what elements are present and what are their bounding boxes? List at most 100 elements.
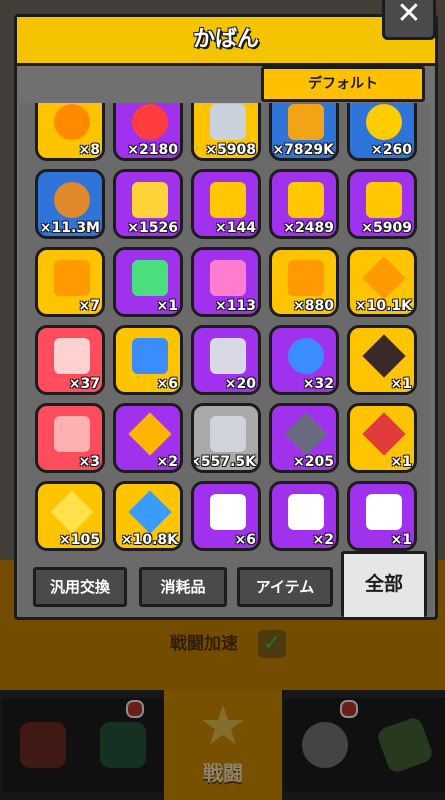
dark-crystal-icon <box>362 334 406 378</box>
tab-2[interactable]: アイテム <box>237 567 333 607</box>
item-quantity: ×3 <box>78 454 100 470</box>
inventory-item[interactable]: ×5908 <box>191 103 261 161</box>
item-quantity: ×105 <box>59 532 100 548</box>
item-quantity: ×880 <box>293 298 334 314</box>
inventory-item[interactable]: ×10.8K <box>113 481 183 551</box>
inventory-item[interactable]: ×880 <box>269 247 339 317</box>
puzzle-piece-icon <box>366 494 402 530</box>
item-quantity: ×32 <box>302 376 334 392</box>
item-quantity: ×6 <box>156 376 178 392</box>
orange-orb-icon <box>54 104 90 140</box>
v-token-icon <box>288 338 324 374</box>
cube-block-icon <box>210 416 246 452</box>
item-quantity: ×7829K <box>272 142 334 158</box>
emerald-card-icon <box>132 260 168 296</box>
inventory-item[interactable]: ×2489 <box>269 169 339 239</box>
item-quantity: ×1526 <box>127 220 178 236</box>
inventory-item[interactable]: ×8 <box>35 103 105 161</box>
inventory-item[interactable]: ×557.5K <box>191 403 261 473</box>
inventory-item[interactable]: ×105 <box>35 481 105 551</box>
inventory-item[interactable]: ×6 <box>191 481 261 551</box>
puzzle-piece-icon <box>288 494 324 530</box>
gold-hex-key-icon <box>366 182 402 218</box>
item-quantity: ×1 <box>390 532 412 548</box>
inventory-item[interactable]: ×1 <box>113 247 183 317</box>
inventory-item[interactable]: ×1526 <box>113 169 183 239</box>
modal-title: かばん <box>192 27 259 52</box>
sort-default-button[interactable]: デフォルト <box>261 66 425 102</box>
purple-chest-icon <box>210 338 246 374</box>
star-ticket-icon <box>128 412 172 456</box>
inventory-item[interactable]: ×2 <box>269 481 339 551</box>
item-grid[interactable]: ×8 ×2180 ×5908 ×7829K ×260 ×11.3M ×1526 ×144 ×24… <box>19 103 431 551</box>
item-quantity: ×1 <box>156 298 178 314</box>
item-quantity: ×7 <box>78 298 100 314</box>
item-quantity: ×8 <box>78 142 100 158</box>
item-quantity: ×10.1K <box>354 298 412 314</box>
puzzle-piece-icon <box>210 494 246 530</box>
category-tabs: 汎用交換 消耗品 アイテム 全部 <box>19 551 433 617</box>
item-quantity: ×205 <box>293 454 334 470</box>
dark-shard-icon <box>284 412 328 456</box>
item-quantity: ×11.3M <box>39 220 100 236</box>
gold-gift-icon <box>288 260 324 296</box>
inventory-item[interactable]: ×37 <box>35 325 105 395</box>
item-quantity: ×1 <box>390 376 412 392</box>
inventory-item[interactable]: ×20 <box>191 325 261 395</box>
close-button[interactable]: ✕ <box>382 0 436 40</box>
inventory-item[interactable]: ×260 <box>347 103 417 161</box>
item-quantity: ×260 <box>371 142 412 158</box>
inventory-item[interactable]: ×2180 <box>113 103 183 161</box>
tab-3[interactable]: 全部 <box>341 551 427 617</box>
inventory-item[interactable]: ×5909 <box>347 169 417 239</box>
inventory-item[interactable]: ×3 <box>35 403 105 473</box>
inventory-item[interactable]: ×10.1K <box>347 247 417 317</box>
red-triangle-icon <box>362 412 406 456</box>
vending-machine-icon <box>54 416 90 452</box>
item-quantity: ×2 <box>156 454 178 470</box>
gold-coin-icon <box>366 104 402 140</box>
item-quantity: ×2180 <box>127 142 178 158</box>
red-gift-icon <box>54 338 90 374</box>
sparkle-star-icon <box>50 490 94 534</box>
item-quantity: ×144 <box>215 220 256 236</box>
inventory-item[interactable]: ×1 <box>347 403 417 473</box>
gold-key-icon <box>210 182 246 218</box>
inventory-item[interactable]: ×11.3M <box>35 169 105 239</box>
item-quantity: ×2 <box>312 532 334 548</box>
treasure-chest-icon <box>54 260 90 296</box>
item-quantity: ×2489 <box>283 220 334 236</box>
inventory-item[interactable]: ×7 <box>35 247 105 317</box>
lion-coin-icon <box>54 182 90 218</box>
inventory-item[interactable]: ×1 <box>347 481 417 551</box>
item-quantity: ×5908 <box>205 142 256 158</box>
inventory-item[interactable]: ×7829K <box>269 103 339 161</box>
gold-ticket-icon <box>132 182 168 218</box>
modal-header: かばん <box>17 17 435 66</box>
inventory-item[interactable]: ×113 <box>191 247 261 317</box>
hex-key-icon <box>288 182 324 218</box>
inventory-item[interactable]: ×1 <box>347 325 417 395</box>
silver-key-icon <box>210 104 246 140</box>
item-quantity: ×6 <box>234 532 256 548</box>
blue-gem-icon <box>128 490 172 534</box>
inventory-item[interactable]: ×32 <box>269 325 339 395</box>
item-quantity: ×557.5K <box>191 454 256 470</box>
inventory-item[interactable]: ×205 <box>269 403 339 473</box>
item-quantity: ×10.8K <box>120 532 178 548</box>
star-crystal-icon <box>362 256 406 300</box>
pink-gift-icon <box>210 260 246 296</box>
inventory-item[interactable]: ×144 <box>191 169 261 239</box>
inventory-item[interactable]: ×6 <box>113 325 183 395</box>
capsule-icon <box>132 338 168 374</box>
tab-1[interactable]: 消耗品 <box>139 567 227 607</box>
item-quantity: ×20 <box>224 376 256 392</box>
bag-modal: かばん デフォルト ×8 ×2180 ×5908 ×7829K ×260 ×11.3M ×1… <box>14 14 438 620</box>
tab-0[interactable]: 汎用交換 <box>33 567 127 607</box>
droplet-icon <box>288 104 324 140</box>
item-quantity: ×1 <box>390 454 412 470</box>
item-quantity: ×37 <box>68 376 100 392</box>
inventory-item[interactable]: ×2 <box>113 403 183 473</box>
heart-orb-icon <box>132 104 168 140</box>
item-quantity: ×113 <box>215 298 256 314</box>
